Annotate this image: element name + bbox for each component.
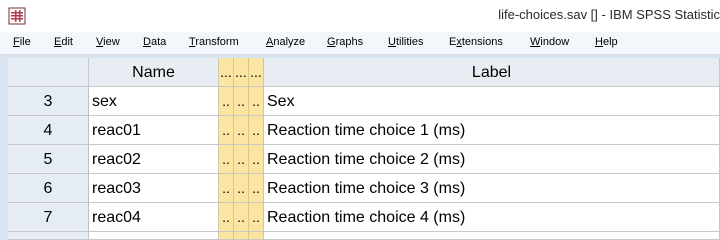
- cell-name[interactable]: reac03: [89, 174, 219, 203]
- menu-help[interactable]: Help: [595, 36, 618, 48]
- cell-collapsed-partial[interactable]: [219, 232, 234, 240]
- cell-collapsed[interactable]: ..: [234, 145, 249, 174]
- row-header-partial[interactable]: [8, 232, 89, 240]
- column-header-label[interactable]: Label: [264, 58, 720, 87]
- row-header[interactable]: 4: [8, 116, 89, 145]
- cell-collapsed-partial[interactable]: [249, 232, 264, 240]
- cell-label[interactable]: Reaction time choice 1 (ms): [264, 116, 720, 145]
- cell-collapsed[interactable]: ..: [249, 87, 264, 116]
- cell-collapsed-partial[interactable]: [234, 232, 249, 240]
- menu-file[interactable]: File: [13, 36, 31, 48]
- row-header[interactable]: 3: [8, 87, 89, 116]
- spss-app-icon[interactable]: [8, 7, 26, 25]
- cell-collapsed[interactable]: ..: [219, 116, 234, 145]
- menu-bar: File Edit View Data Transform Analyze Graphs Ut…: [0, 32, 720, 55]
- menu-extensions[interactable]: Extensions: [449, 36, 503, 48]
- menu-data[interactable]: Data: [143, 36, 166, 48]
- cell-label[interactable]: Sex: [264, 87, 720, 116]
- cell-label[interactable]: Reaction time choice 3 (ms): [264, 174, 720, 203]
- cell-collapsed[interactable]: ..: [219, 174, 234, 203]
- column-header-collapsed[interactable]: ...: [249, 58, 264, 87]
- cell-collapsed[interactable]: ..: [234, 87, 249, 116]
- cell-name-partial[interactable]: [89, 232, 219, 240]
- menu-utilities[interactable]: Utilities: [388, 36, 423, 48]
- cell-name[interactable]: reac04: [89, 203, 219, 232]
- menu-graphs[interactable]: Graphs: [327, 36, 363, 48]
- cell-label[interactable]: Reaction time choice 2 (ms): [264, 145, 720, 174]
- menu-edit[interactable]: Edit: [54, 36, 73, 48]
- cell-name[interactable]: reac02: [89, 145, 219, 174]
- cell-name[interactable]: reac01: [89, 116, 219, 145]
- variable-grid: Name......... Label 3 sex...... Sex 4 reac01..…: [8, 58, 720, 240]
- cell-collapsed[interactable]: ..: [234, 174, 249, 203]
- menu-analyze[interactable]: Analyze: [266, 36, 305, 48]
- cell-name[interactable]: sex: [89, 87, 219, 116]
- cell-collapsed[interactable]: ..: [234, 203, 249, 232]
- cell-collapsed[interactable]: ..: [219, 203, 234, 232]
- cell-label[interactable]: Reaction time choice 4 (ms): [264, 203, 720, 232]
- cell-collapsed[interactable]: ..: [234, 116, 249, 145]
- cell-collapsed[interactable]: ..: [249, 116, 264, 145]
- column-header-collapsed[interactable]: ...: [234, 58, 249, 87]
- cell-collapsed[interactable]: ..: [249, 203, 264, 232]
- cell-collapsed[interactable]: ..: [219, 145, 234, 174]
- menu-view[interactable]: View: [96, 36, 120, 48]
- row-header[interactable]: 7: [8, 203, 89, 232]
- row-header[interactable]: 5: [8, 145, 89, 174]
- row-header[interactable]: 6: [8, 174, 89, 203]
- window-title: life-choices.sav [] - IBM SPSS Statistic: [498, 7, 720, 22]
- title-bar: life-choices.sav [] - IBM SPSS Statistic: [0, 0, 720, 33]
- menu-transform[interactable]: Transform: [189, 36, 239, 48]
- cell-label-partial[interactable]: [264, 232, 720, 240]
- column-header-name[interactable]: Name: [89, 58, 219, 87]
- column-header-collapsed[interactable]: ...: [219, 58, 234, 87]
- menu-window[interactable]: Window: [530, 36, 569, 48]
- grid-corner[interactable]: [8, 58, 89, 87]
- cell-collapsed[interactable]: ..: [219, 87, 234, 116]
- cell-collapsed[interactable]: ..: [249, 145, 264, 174]
- cell-collapsed[interactable]: ..: [249, 174, 264, 203]
